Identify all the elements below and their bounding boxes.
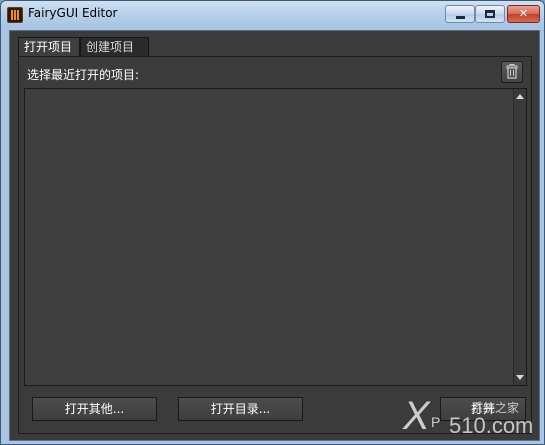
open-directory-button[interactable]: 打开目录... <box>178 397 303 421</box>
scroll-down-icon[interactable] <box>516 375 524 380</box>
minimize-button[interactable] <box>445 5 475 23</box>
close-icon: ✕ <box>518 7 529 20</box>
title-bar[interactable]: FairyGUI Editor ✕ <box>1 1 544 29</box>
recent-projects-label: 选择最近打开的项目: <box>27 68 140 82</box>
app-window: FairyGUI Editor ✕ 打开项目 创建项目 选择最近打开的项目: 打… <box>0 0 545 445</box>
scroll-up-icon[interactable] <box>516 94 524 99</box>
open-button[interactable]: 打开 <box>440 397 526 421</box>
delete-button[interactable] <box>501 61 523 83</box>
list-scrollbar[interactable] <box>513 89 526 385</box>
open-other-button[interactable]: 打开其他... <box>32 397 157 421</box>
open-project-panel: 选择最近打开的项目: 打开其他... 打开目录... 打开 <box>18 56 532 434</box>
window-title: FairyGUI Editor <box>28 6 118 20</box>
fairygui-app-icon <box>7 7 23 23</box>
maximize-icon <box>485 10 495 18</box>
maximize-button[interactable] <box>475 5 505 23</box>
trash-icon <box>506 64 518 79</box>
recent-projects-list[interactable] <box>24 88 527 386</box>
tab-create-project[interactable]: 创建项目 <box>80 37 149 57</box>
close-button[interactable]: ✕ <box>507 5 540 23</box>
minimize-icon <box>456 16 465 19</box>
tab-open-project[interactable]: 打开项目 <box>18 37 80 58</box>
window-client-area: 打开项目 创建项目 选择最近打开的项目: 打开其他... 打开目录... 打开 <box>9 30 540 441</box>
